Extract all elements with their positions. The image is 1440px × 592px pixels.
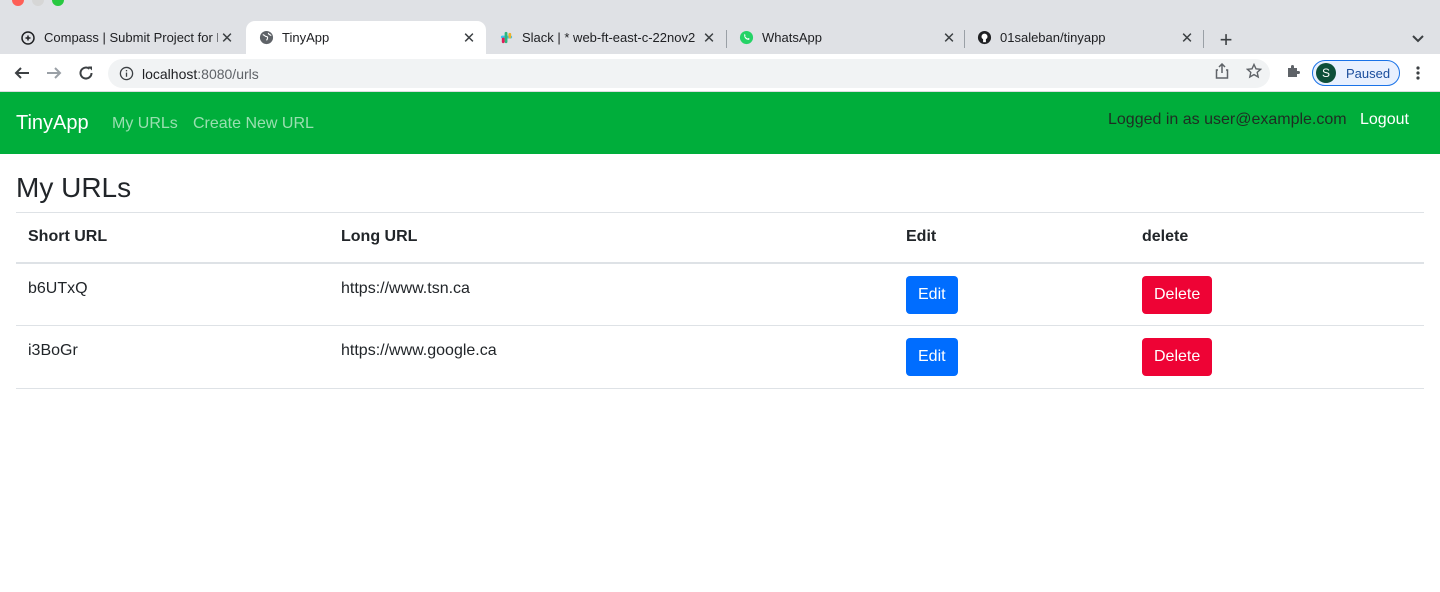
globe-icon	[258, 30, 274, 46]
address-bar[interactable]: localhost:8080/urls	[108, 59, 1270, 88]
short-url-cell: b6UTxQ	[16, 262, 329, 326]
logout-link[interactable]: Logout	[1360, 111, 1409, 129]
close-window-button[interactable]	[12, 0, 24, 6]
avatar: S	[1316, 63, 1336, 83]
close-icon[interactable]: ✕	[460, 29, 478, 47]
short-url-cell: i3BoGr	[16, 325, 329, 389]
delete-cell: Delete	[1130, 262, 1424, 326]
urls-table: Short URL Long URL Edit delete b6UTxQ ht…	[16, 212, 1424, 389]
edit-cell: Edit	[894, 262, 1130, 326]
app-navbar: TinyApp My URLs Create New URL Logged in…	[0, 92, 1440, 154]
close-icon[interactable]: ✕	[218, 29, 236, 47]
edit-button[interactable]: Edit	[906, 338, 958, 376]
edit-button[interactable]: Edit	[906, 275, 958, 314]
page-title: My URLs	[16, 172, 132, 203]
close-icon[interactable]: ✕	[700, 29, 718, 47]
long-url-cell: https://www.tsn.ca	[329, 262, 894, 326]
browser-toolbar: localhost:8080/urls S Paused	[0, 54, 1440, 92]
nav-link-my-urls[interactable]: My URLs	[112, 115, 178, 133]
tab-compass[interactable]: Compass | Submit Project for E ✕	[8, 21, 244, 54]
more-menu-icon[interactable]	[1408, 63, 1428, 83]
reload-icon[interactable]	[74, 61, 98, 85]
info-icon[interactable]	[118, 66, 134, 82]
tab-slack[interactable]: Slack | * web-ft-east-c-22nov2 ✕	[486, 21, 726, 54]
close-icon[interactable]: ✕	[940, 29, 958, 47]
tab-title: Slack | * web-ft-east-c-22nov2	[522, 30, 696, 45]
tab-strip: Compass | Submit Project for E ✕ TinyApp…	[0, 14, 1440, 54]
close-icon[interactable]: ✕	[1178, 29, 1196, 47]
delete-cell: Delete	[1130, 325, 1424, 389]
nav-link-create-new-url[interactable]: Create New URL	[193, 115, 314, 133]
slack-icon	[498, 30, 514, 46]
tab-title: TinyApp	[282, 30, 330, 45]
column-header-delete: delete	[1130, 212, 1424, 264]
tab-tinyapp[interactable]: TinyApp ✕	[246, 21, 486, 54]
address-url: localhost:8080/urls	[142, 65, 259, 82]
new-tab-plus-icon[interactable]: +	[1214, 27, 1238, 52]
delete-button[interactable]: Delete	[1142, 338, 1213, 376]
table-row: b6UTxQ https://www.tsn.ca Edit Delete	[16, 262, 1424, 326]
back-arrow-icon[interactable]	[10, 61, 34, 85]
profile-button[interactable]: S Paused	[1312, 60, 1400, 86]
profile-status: Paused	[1346, 65, 1391, 81]
minimize-window-button[interactable]	[32, 0, 44, 6]
share-icon[interactable]	[1212, 61, 1232, 81]
tab-title: WhatsApp	[762, 30, 822, 45]
maximize-window-button[interactable]	[52, 0, 64, 6]
extensions-puzzle-icon[interactable]	[1284, 61, 1304, 81]
window-titlebar	[0, 0, 1440, 14]
brand-link[interactable]: TinyApp	[16, 112, 89, 135]
github-icon	[976, 30, 992, 46]
table-row: i3BoGr https://www.google.ca Edit Delete	[16, 325, 1424, 389]
star-bookmark-icon[interactable]	[1244, 61, 1264, 81]
tab-title: Compass | Submit Project for E	[44, 30, 218, 45]
whatsapp-icon	[738, 30, 754, 46]
delete-button[interactable]: Delete	[1142, 275, 1213, 314]
column-header-short-url: Short URL	[16, 212, 329, 264]
table-header-row: Short URL Long URL Edit delete	[16, 212, 1424, 264]
logged-in-text: Logged in as user@example.com	[1108, 111, 1347, 128]
tab-github[interactable]: 01saleban/tinyapp ✕	[964, 21, 1204, 54]
tab-separator	[1203, 30, 1204, 48]
compass-icon	[20, 30, 36, 46]
column-header-long-url: Long URL	[329, 212, 894, 264]
tab-whatsapp[interactable]: WhatsApp ✕	[726, 21, 966, 54]
chevron-down-icon[interactable]	[1408, 29, 1428, 49]
column-header-edit: Edit	[894, 212, 1130, 264]
edit-cell: Edit	[894, 325, 1130, 389]
tab-title: 01saleban/tinyapp	[1000, 30, 1106, 45]
forward-arrow-icon[interactable]	[42, 61, 66, 85]
long-url-cell: https://www.google.ca	[329, 325, 894, 389]
